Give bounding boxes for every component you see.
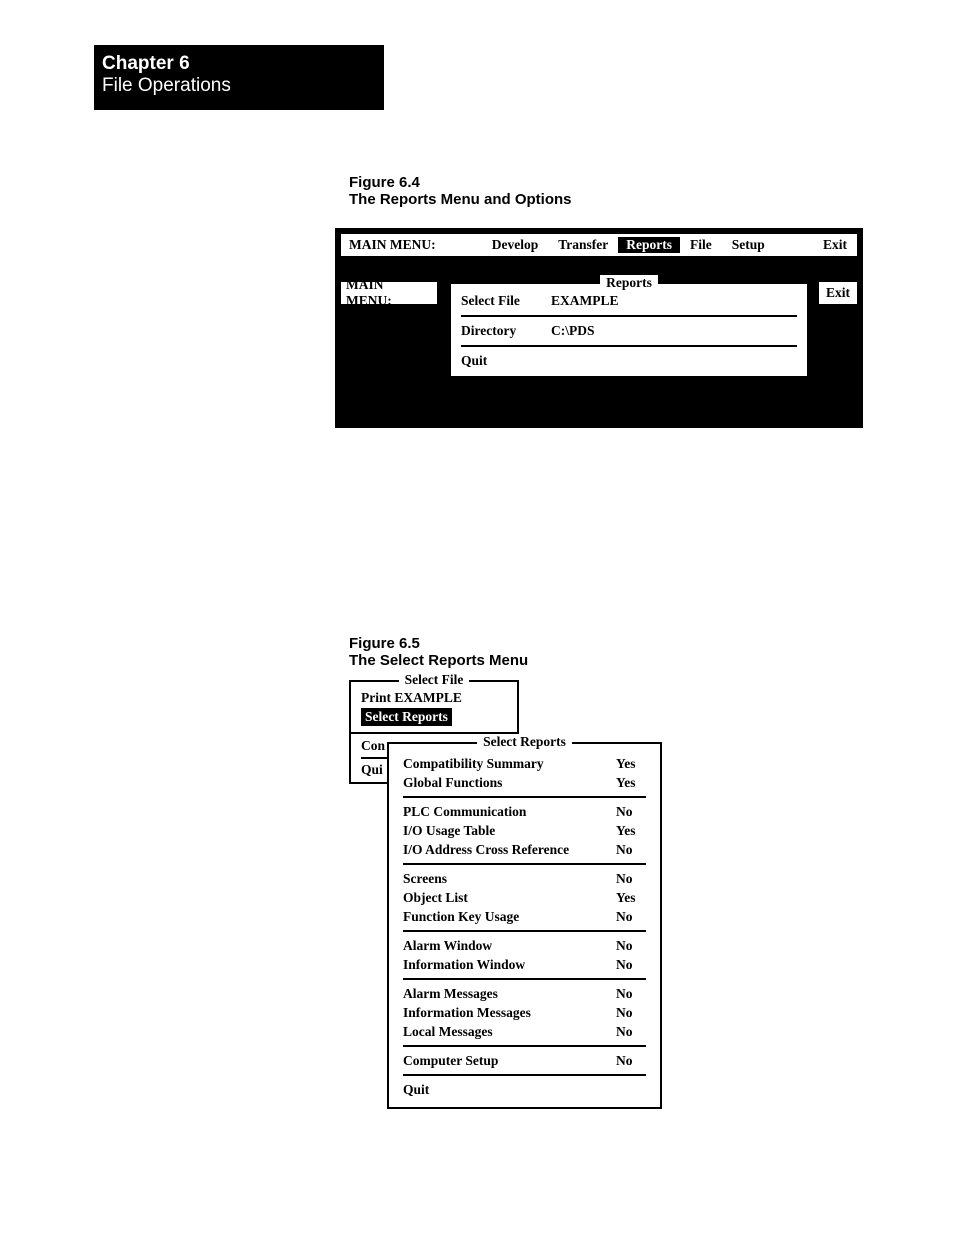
report-option-label: Screens [403,871,616,887]
figure-6-4-caption: Figure 6.4 The Reports Menu and Options [349,174,572,208]
report-option-row[interactable]: PLC CommunicationNo [403,802,646,821]
report-option-label: Object List [403,890,616,906]
report-option-label: Information Messages [403,1005,616,1021]
reports-quit-row[interactable]: Quit [461,350,797,372]
report-option-row[interactable]: Function Key UsageNo [403,907,646,926]
divider [403,863,646,865]
report-option-value: No [616,1024,646,1040]
menu-setup[interactable]: Setup [722,237,775,253]
menu-file[interactable]: File [680,237,722,253]
divider [403,930,646,932]
reports-dropdown-panel: Reports Select File EXAMPLE Directory C:… [449,282,809,378]
select-reports-quit[interactable]: Quit [403,1080,646,1099]
select-reports-panel: Select Reports Compatibility SummaryYesG… [387,742,662,1109]
divider [403,1074,646,1076]
report-option-value: Yes [616,756,646,772]
report-option-row[interactable]: Object ListYes [403,888,646,907]
select-reports-highlight[interactable]: Select Reports [361,708,452,726]
select-file-panel: Select File Print EXAMPLE Select Reports [349,680,519,734]
report-option-label: Alarm Window [403,938,616,954]
report-option-value: Yes [616,775,646,791]
select-file-label: Select File [461,293,551,309]
divider [403,978,646,980]
report-option-label: I/O Address Cross Reference [403,842,616,858]
menu-exit[interactable]: Exit [813,237,857,253]
figure-6-5-caption: Figure 6.5 The Select Reports Menu [349,635,528,669]
main-menu-label: MAIN MENU: [341,237,444,253]
quit-label: Quit [403,1082,646,1098]
report-option-label: Global Functions [403,775,616,791]
chapter-header: Chapter 6 File Operations [94,45,384,110]
report-option-value: No [616,986,646,1002]
report-option-label: Function Key Usage [403,909,616,925]
report-option-row[interactable]: Compatibility SummaryYes [403,754,646,773]
report-option-value: Yes [616,823,646,839]
report-option-row[interactable]: Global FunctionsYes [403,773,646,792]
chapter-number: Chapter 6 [102,53,384,75]
report-option-label: Local Messages [403,1024,616,1040]
report-option-label: I/O Usage Table [403,823,616,839]
report-option-row[interactable]: Information WindowNo [403,955,646,974]
divider [461,345,797,347]
reports-directory-row[interactable]: Directory C:\PDS [461,320,797,342]
quit-label: Quit [461,353,487,369]
report-option-row[interactable]: ScreensNo [403,869,646,888]
divider [403,1045,646,1047]
figure-6-5: Select File Print EXAMPLE Select Reports… [349,680,669,784]
sub-exit-button[interactable]: Exit [819,282,857,304]
report-option-value: No [616,1005,646,1021]
report-option-label: PLC Communication [403,804,616,820]
reports-select-file-row[interactable]: Select File EXAMPLE [461,290,797,312]
report-option-label: Information Window [403,957,616,973]
menu-develop[interactable]: Develop [482,237,549,253]
sub-main-menu-label: MAIN MENU: [341,282,437,304]
select-reports-panel-title: Select Reports [477,734,572,749]
sub-exit-label: Exit [826,285,850,301]
report-option-row[interactable]: Computer SetupNo [403,1051,646,1070]
select-file-panel-title: Select File [399,672,470,687]
chapter-title: File Operations [102,75,384,97]
report-option-value: No [616,842,646,858]
report-option-row[interactable]: Alarm MessagesNo [403,984,646,1003]
divider [461,315,797,317]
figure-6-4-number: Figure 6.4 [349,174,572,191]
figure-6-4-title: The Reports Menu and Options [349,191,572,208]
report-option-row[interactable]: Local MessagesNo [403,1022,646,1041]
report-option-label: Alarm Messages [403,986,616,1002]
report-option-value: Yes [616,890,646,906]
print-value: EXAMPLE [394,690,462,705]
directory-value: C:\PDS [551,323,595,339]
report-option-value: No [616,871,646,887]
report-option-row[interactable]: Alarm WindowNo [403,936,646,955]
report-option-value: No [616,1053,646,1069]
report-option-value: No [616,909,646,925]
figure-6-4: MAIN MENU: Develop Transfer Reports File… [335,228,863,428]
report-option-label: Computer Setup [403,1053,616,1069]
report-option-value: No [616,957,646,973]
report-option-row[interactable]: I/O Address Cross ReferenceNo [403,840,646,859]
print-row[interactable]: Print EXAMPLE [361,690,507,708]
select-file-value: EXAMPLE [551,293,619,309]
report-option-row[interactable]: I/O Usage TableYes [403,821,646,840]
menu-transfer[interactable]: Transfer [548,237,618,253]
directory-label: Directory [461,323,551,339]
report-option-value: No [616,804,646,820]
report-option-row[interactable]: Information MessagesNo [403,1003,646,1022]
figure-6-5-title: The Select Reports Menu [349,652,528,669]
figure-6-5-number: Figure 6.5 [349,635,528,652]
reports-panel-title: Reports [600,275,658,290]
sub-main-menu-text: MAIN MENU: [346,277,432,309]
main-menu-bar: MAIN MENU: Develop Transfer Reports File… [341,234,857,256]
menu-reports[interactable]: Reports [618,237,680,253]
report-option-label: Compatibility Summary [403,756,616,772]
print-label: Print [361,690,391,705]
report-option-value: No [616,938,646,954]
divider [403,796,646,798]
